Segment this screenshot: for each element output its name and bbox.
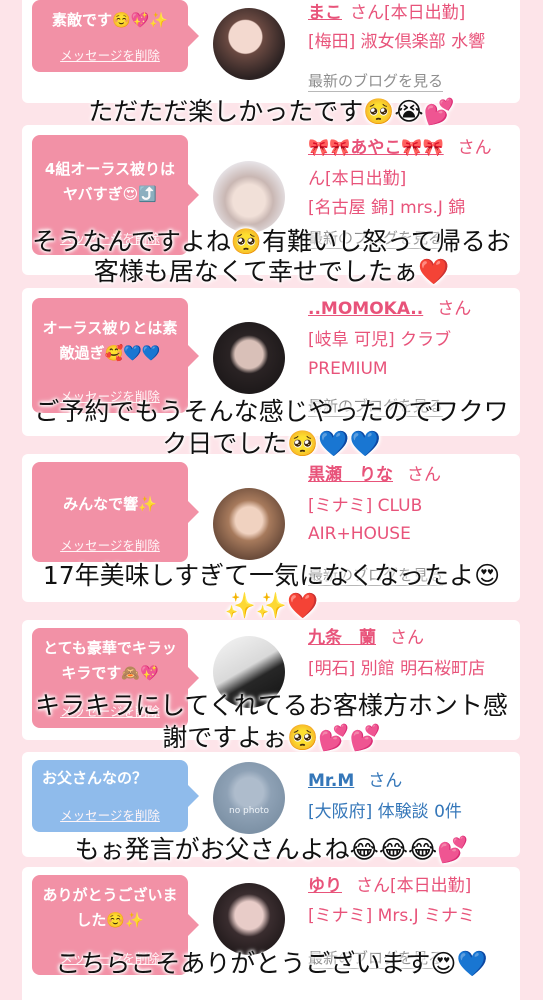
cast-name[interactable]: Mr.M さん — [308, 768, 402, 794]
avatar[interactable] — [213, 322, 285, 394]
message-bubble: 素敵です☺️💖✨ メッセージを削除 — [32, 0, 199, 72]
shop-name: [梅田] 淑女倶楽部 水響 — [308, 32, 486, 52]
caption-line-2: 客様も居なくて幸せでしたぁ❤️ — [93, 257, 450, 286]
message-card: 素敵です☺️💖✨ メッセージを削除 まこ さん[本日出勤] [梅田] 淑女倶楽部 … — [22, 0, 520, 103]
caption: 17年美味しすぎて一気になくなったよ😍 — [42, 561, 501, 590]
message-text: お父さんなの？ — [42, 769, 148, 787]
caption: ただただ楽しかったです🥺😭💕 — [88, 97, 455, 126]
shop-name: [ミナミ] Mrs.J ミナミ — [308, 906, 476, 926]
cast-name[interactable]: ゆり さん[本日出勤] — [308, 873, 471, 899]
blog-link[interactable]: 最新のブログを見る — [308, 70, 444, 92]
shop-name: AIR+HOUSE — [308, 524, 411, 544]
message-text: ありがとうございました☺️✨ — [42, 886, 178, 929]
caption-line-2: ク日でした🥺💙💙 — [162, 429, 381, 458]
caption: こちらこそありがとうございます😍💙 — [55, 949, 488, 978]
message-bubble: お父さんなの？ メッセージを削除 — [32, 760, 199, 832]
shop-line: [本日出勤] — [390, 876, 472, 896]
shop-line: [ミナミ] CLUB — [308, 496, 423, 516]
message-text: オーラス被りとは素敵過ぎ🥰💙💙 — [42, 319, 178, 362]
avatar[interactable] — [213, 8, 285, 80]
avatar[interactable]: no photo — [213, 762, 285, 834]
caption-line-2: 謝ですよぉ🥺💕💕 — [162, 723, 381, 752]
cast-name[interactable]: 🎀🎀あやこ🎀🎀 さん — [308, 135, 492, 161]
avatar[interactable] — [213, 883, 285, 955]
delete-message-link[interactable]: メッセージを削除 — [32, 45, 188, 64]
message-text: 4組オーラス被りはヤバすぎ😍⤴️ — [44, 160, 176, 203]
cast-name[interactable]: ..MOMOKA.. さん — [308, 296, 471, 322]
caption: ご予約でもうそんな感じやったのでワクワ — [34, 397, 509, 426]
cast-name[interactable]: まこ さん[本日出勤] — [308, 0, 465, 26]
delete-message-link[interactable]: メッセージを削除 — [32, 535, 188, 554]
cast-name[interactable]: 九条 蘭さん — [308, 625, 424, 651]
shop-line: [岐阜 可児] クラブ — [308, 330, 452, 350]
shop-line: [本日出勤] — [384, 3, 466, 23]
shop-name: [名古屋 錦] mrs.J 錦 — [308, 198, 466, 218]
caption: そうなんですよね🥺有難いし怒って帰るお — [32, 227, 511, 256]
avatar[interactable] — [213, 488, 285, 560]
no-photo-label: no photo — [228, 806, 270, 816]
caption-line-2: ✨✨❤️ — [224, 591, 319, 620]
avatar[interactable] — [213, 161, 285, 233]
message-bubble: みんなで響✨ メッセージを削除 — [32, 462, 199, 562]
message-card: ありがとうございました☺️✨ メッセージを削除 ゆり さん[本日出勤] [ミナミ]… — [22, 867, 520, 1000]
message-text: みんなで響✨ — [63, 495, 157, 513]
shop-line: [明石] 別館 明石桜町店 — [308, 659, 486, 679]
message-text: 素敵です☺️💖✨ — [51, 11, 169, 29]
shop-line: [大阪府] 体験談 0件 — [308, 802, 462, 822]
caption: もぉ発言がお父さんよね😂😂😂💕 — [74, 835, 469, 864]
message-text: とても豪華でキラッキラです🙈💖 — [43, 639, 177, 682]
shop-line: ん[本日出勤] — [308, 169, 407, 189]
shop-name: PREMIUM — [308, 359, 388, 379]
caption: キラキラにしてくれてるお客様方ホント感 — [35, 691, 508, 720]
delete-message-link[interactable]: メッセージを削除 — [32, 805, 188, 824]
cast-name[interactable]: 黒瀬 りな さん — [308, 462, 441, 488]
